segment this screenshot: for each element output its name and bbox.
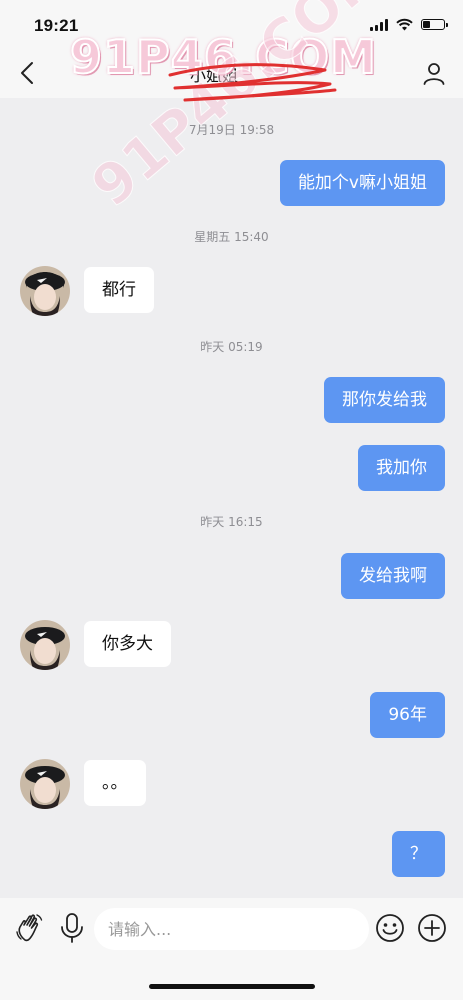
back-icon[interactable] <box>14 59 42 87</box>
microphone-icon[interactable] <box>58 912 86 944</box>
hand-wave-icon[interactable] <box>14 912 46 944</box>
emoji-icon[interactable] <box>375 913 405 943</box>
profile-icon[interactable] <box>421 60 447 86</box>
message-bubble-outgoing[interactable]: 96年 <box>370 692 445 738</box>
message-list[interactable]: 7月19日 19:58 能加个v嘛小姐姐 星期五 15:40 都行 昨天 05:… <box>0 98 463 898</box>
message-bubble-outgoing[interactable]: 那你发给我 <box>324 377 445 423</box>
timestamp: 昨天 16:15 <box>200 515 263 529</box>
contact-avatar[interactable] <box>20 620 70 670</box>
message-bubble-outgoing[interactable]: 我加你 <box>358 445 445 491</box>
wifi-icon <box>396 18 413 31</box>
contact-avatar[interactable] <box>20 759 70 809</box>
timestamp: 昨天 05:19 <box>200 340 263 354</box>
contact-avatar[interactable] <box>20 266 70 316</box>
message-bubble-incoming[interactable]: 你多大 <box>84 621 171 667</box>
status-time: 19:21 <box>34 16 79 35</box>
message-bubble-incoming[interactable]: 。。 <box>84 760 146 806</box>
message-bubble-outgoing[interactable]: ？ <box>392 831 445 877</box>
message-bubble-outgoing[interactable]: 能加个v嘛小姐姐 <box>279 160 445 206</box>
chat-title: 小姐姐 <box>190 66 239 85</box>
message-bubble-incoming[interactable]: 都行 <box>84 267 154 313</box>
timestamp: 7月19日 19:58 <box>188 123 275 137</box>
battery-icon <box>421 19 448 30</box>
signal-icon <box>370 18 388 31</box>
status-icons <box>370 18 448 31</box>
timestamp: 星期五 15:40 <box>194 230 269 244</box>
home-indicator <box>149 984 315 989</box>
message-bubble-outgoing[interactable]: 发给我啊 <box>341 553 445 599</box>
status-bar: 19:21 <box>0 0 463 48</box>
message-input[interactable] <box>94 908 369 950</box>
plus-icon[interactable] <box>417 913 447 943</box>
nav-bar: 小姐姐 <box>0 48 463 98</box>
